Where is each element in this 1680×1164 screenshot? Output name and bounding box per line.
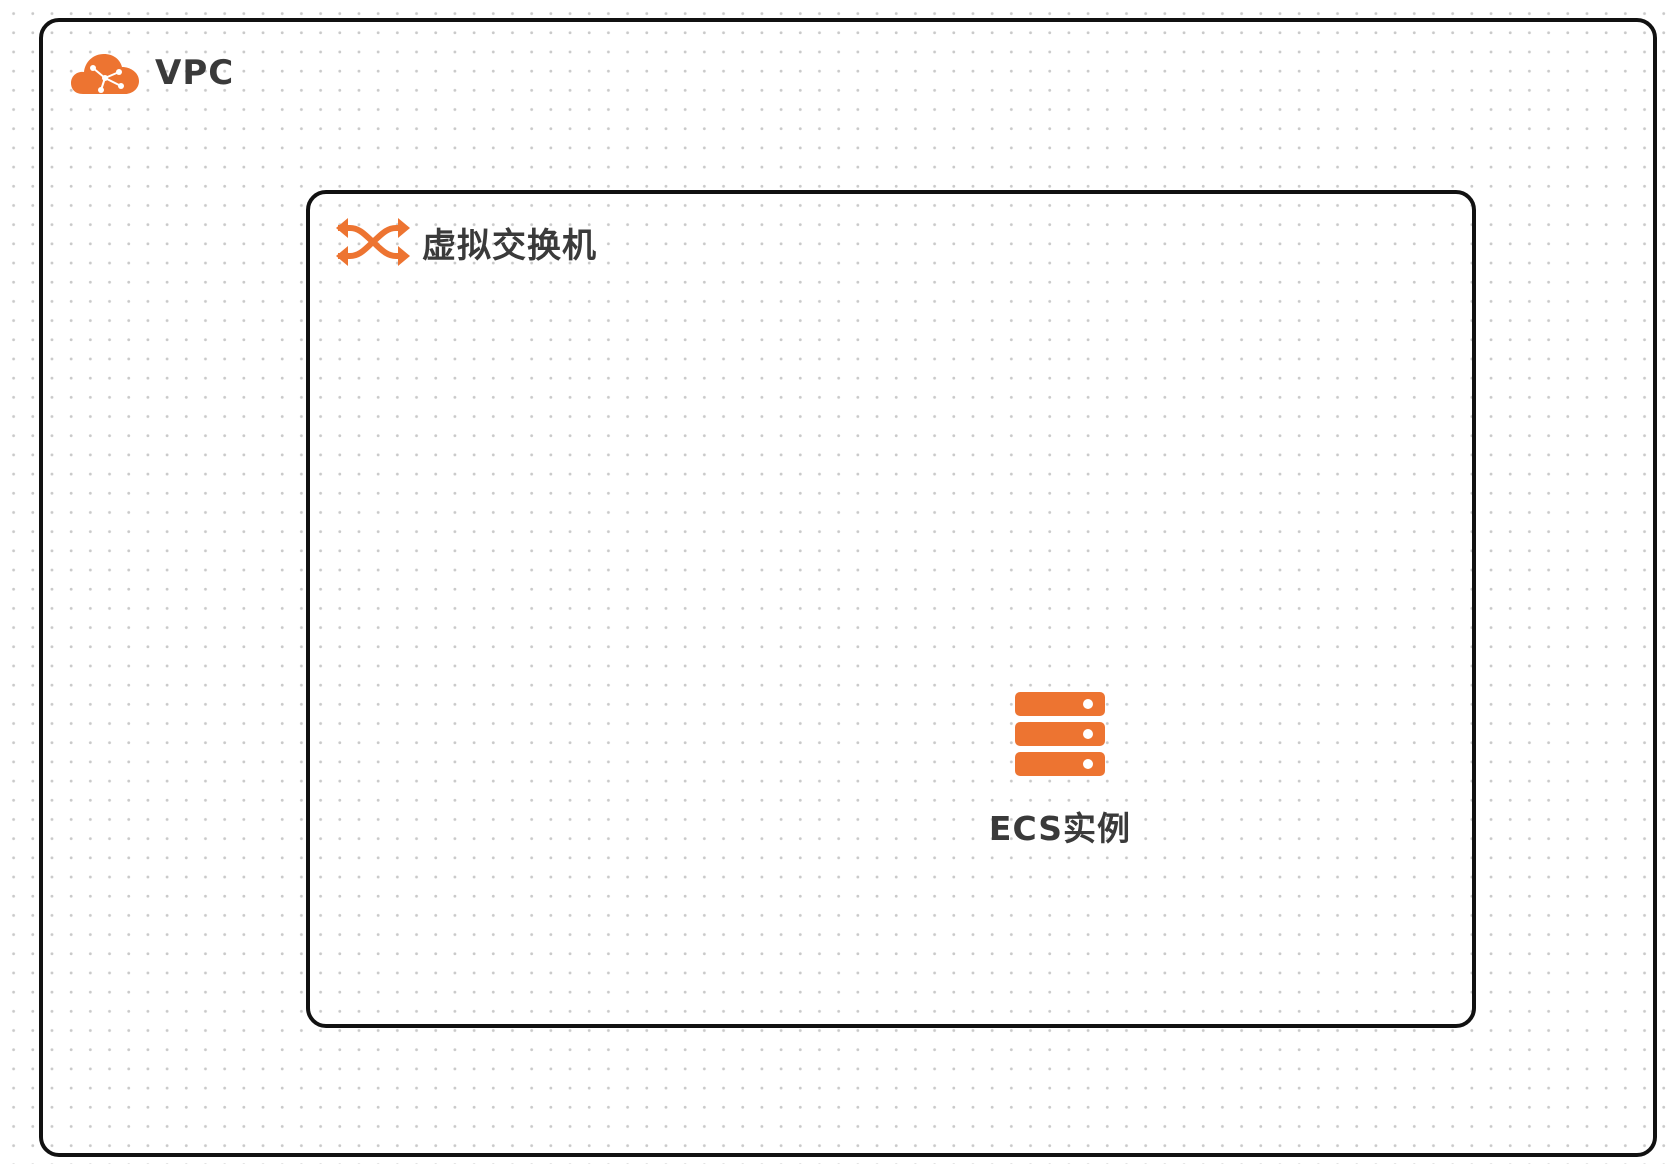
vpc-title: VPC [155, 53, 235, 93]
vpc-group[interactable]: VPC 虚拟交换机 ECS实例 [39, 18, 1657, 1157]
vswitch-title: 虚拟交换机 [422, 225, 597, 266]
vpc-header: VPC [71, 48, 234, 98]
switch-arrows-icon [336, 218, 410, 266]
ecs-instance-label: ECS实例 [988, 809, 1132, 848]
cloud-network-icon [71, 54, 139, 94]
ecs-instance-node[interactable]: ECS实例 [960, 692, 1160, 850]
vswitch-group[interactable]: 虚拟交换机 ECS实例 [306, 190, 1476, 1028]
vswitch-header: 虚拟交换机 [336, 216, 597, 268]
server-stack-icon [1015, 692, 1105, 776]
